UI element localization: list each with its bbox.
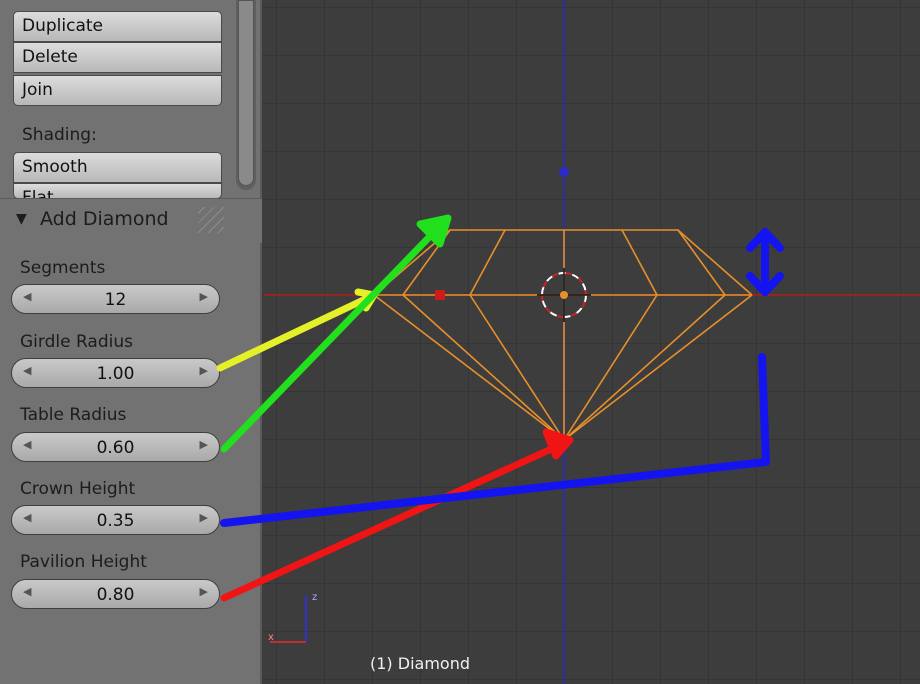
girdle-radius-arrow — [216, 288, 380, 372]
crown-edge — [469, 229, 506, 296]
x-handle-dot[interactable] — [435, 290, 445, 300]
crown-edge — [677, 229, 726, 296]
pavilion-edge — [563, 294, 726, 441]
crown-edge — [621, 229, 658, 296]
gizmo-z-label: z — [312, 592, 317, 603]
pavilion-edge — [563, 294, 753, 441]
z-handle-dot[interactable] — [559, 167, 569, 177]
axis-gizmo: z x — [268, 592, 317, 643]
crown-height-arrow — [220, 228, 784, 527]
table-radius-arrow — [220, 214, 452, 453]
active-object-label: (1) Diamond — [370, 654, 470, 673]
pavilion-edge — [373, 294, 565, 441]
pavilion-edge — [563, 294, 658, 441]
gizmo-x-label: x — [268, 632, 274, 643]
viewport-overlay: z x — [216, 0, 920, 684]
3d-cursor-icon[interactable] — [537, 268, 591, 322]
diamond-wireframe[interactable] — [373, 229, 753, 441]
